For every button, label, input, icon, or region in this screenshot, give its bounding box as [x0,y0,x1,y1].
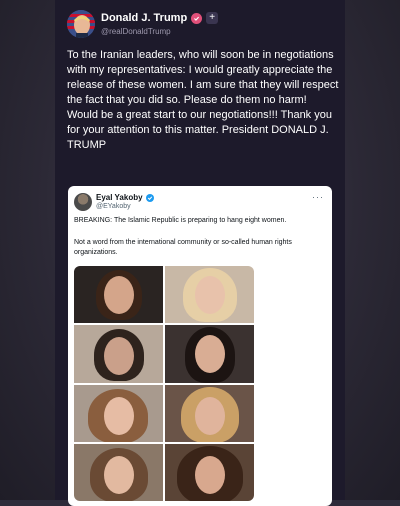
post-body-text: To the Iranian leaders, who will soon be… [67,49,339,151]
avatar[interactable] [67,10,95,38]
portrait-photo-5[interactable] [74,384,163,442]
quoted-post-card[interactable]: Eyal Yakoby @EYakoby ··· BREAKING: The I… [68,186,332,506]
portrait-photo-8[interactable] [165,443,254,501]
quoted-avatar[interactable] [74,193,92,211]
photo-grid [74,266,254,501]
quoted-display-name[interactable]: Eyal Yakoby [96,193,143,202]
portrait-photo-3[interactable] [74,325,163,383]
portrait-photo-6[interactable] [165,384,254,442]
name-row: Donald J. Trump + [101,12,219,24]
quoted-name-row: Eyal Yakoby [96,193,154,202]
portrait-photo-1[interactable] [74,266,163,324]
more-options-icon[interactable]: ··· [312,192,324,202]
quoted-post-header: Eyal Yakoby @EYakoby ··· [74,192,326,216]
quoted-text-breaking: BREAKING: The Islamic Republic is prepar… [74,217,287,224]
portrait-photo-2[interactable] [165,266,254,324]
handle[interactable]: @realDonaldTrump [101,27,171,36]
follow-plus-button[interactable]: + [206,12,219,24]
post-header: Donald J. Trump + @realDonaldTrump [67,10,337,42]
verified-checkmark-icon [145,193,154,202]
portrait-photo-4[interactable] [165,325,254,383]
quoted-text-followup: Not a word from the international commun… [74,239,292,256]
verified-badge-icon [191,12,203,24]
quoted-handle[interactable]: @EYakoby [96,203,131,210]
display-name[interactable]: Donald J. Trump [101,12,187,24]
portrait-photo-7[interactable] [74,443,163,501]
